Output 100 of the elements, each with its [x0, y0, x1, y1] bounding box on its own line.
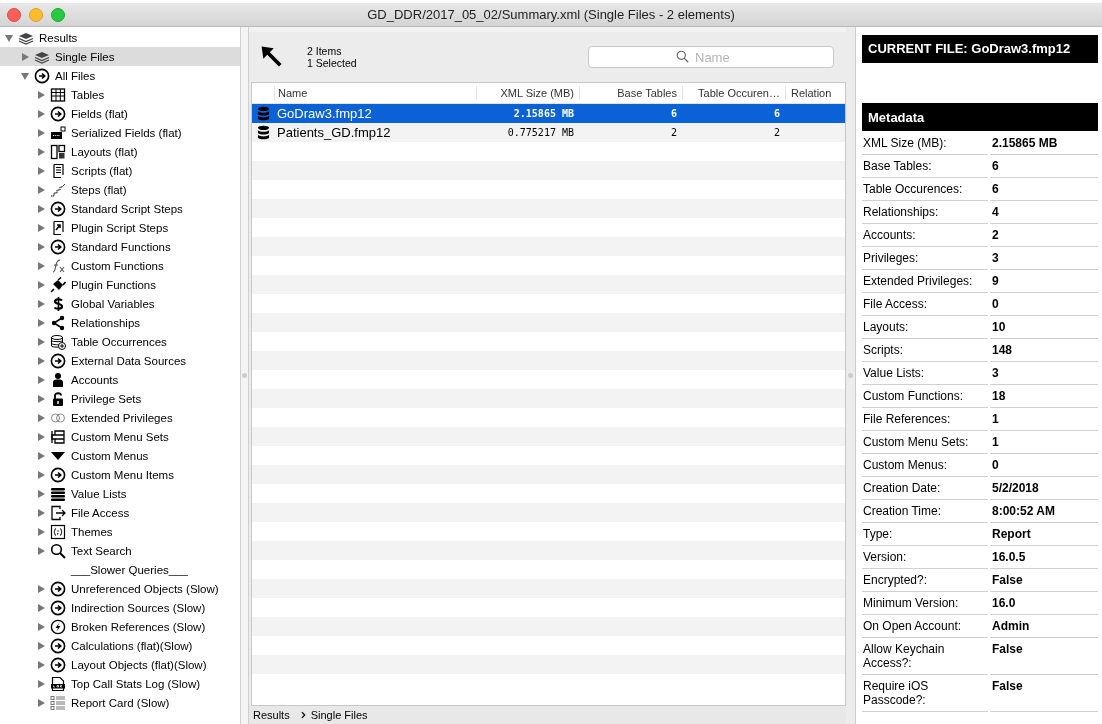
disclosure-triangle-icon[interactable] [36, 678, 46, 689]
column-header[interactable]: Table Occuren… [682, 86, 785, 100]
tree-item[interactable]: Accounts [0, 370, 240, 389]
tree-item[interactable]: All Files [0, 66, 240, 85]
disclosure-triangle-icon[interactable] [36, 488, 46, 499]
disclosure-triangle-icon[interactable] [36, 450, 46, 461]
tree-item[interactable]: Global Variables [0, 294, 240, 313]
disclosure-triangle-icon[interactable] [36, 602, 46, 613]
tree-item[interactable]: Fields (flat) [0, 104, 240, 123]
table-row[interactable]: Patients_GD.fmp12 0.775217 MB 2 2 [252, 123, 845, 142]
tree-item[interactable]: Plugin Functions [0, 275, 240, 294]
breadcrumb-item[interactable]: Single Files [310, 709, 368, 721]
disclosure-triangle-icon[interactable] [36, 393, 46, 404]
tree-item[interactable]: Standard Functions [0, 237, 240, 256]
column-header[interactable]: Base Tables [579, 86, 682, 100]
tree-item[interactable]: Text Search [0, 541, 240, 560]
disclosure-triangle-icon[interactable] [36, 697, 46, 708]
field-value: False [990, 638, 1098, 675]
disclosure-triangle-icon[interactable] [36, 659, 46, 670]
disclosure-triangle-icon[interactable] [36, 165, 46, 176]
disclosure-triangle-icon[interactable] [36, 317, 46, 328]
tree-item[interactable]: Unreferenced Objects (Slow) [0, 579, 240, 598]
field-label: Relationships: [862, 201, 988, 224]
field-value: 10 [990, 316, 1098, 339]
column-header[interactable]: Name [274, 86, 476, 100]
tree-label: ___Slower Queries___ [71, 563, 188, 576]
tree-item[interactable]: Broken References (Slow) [0, 617, 240, 636]
disclosure-triangle-icon[interactable] [36, 469, 46, 480]
disclosure-triangle-icon[interactable] [36, 355, 46, 366]
disclosure-triangle-icon[interactable] [36, 203, 46, 214]
disclosure-triangle-icon[interactable] [36, 146, 46, 157]
disclosure-triangle-icon[interactable] [20, 51, 30, 62]
disclosure-triangle-icon[interactable] [36, 127, 46, 138]
close-button[interactable] [7, 7, 21, 22]
tree-item[interactable]: Custom Menu Items [0, 465, 240, 484]
disclosure-triangle-icon[interactable] [20, 70, 30, 81]
tree-item[interactable]: Layout Objects (flat)(Slow) [0, 655, 240, 674]
field-value: 3 [990, 247, 1098, 270]
zoom-button[interactable] [51, 7, 65, 22]
disclosure-triangle-icon[interactable] [36, 89, 46, 100]
disclosure-triangle-icon[interactable] [36, 526, 46, 537]
arrow-circle-icon [50, 466, 66, 483]
column-header[interactable]: XML Size (MB) [476, 86, 579, 100]
tree-item[interactable]: Privilege Sets [0, 389, 240, 408]
tree-item[interactable]: Scripts (flat) [0, 161, 240, 180]
column-header[interactable]: Relation [785, 86, 845, 100]
disclosure-triangle-icon[interactable] [36, 298, 46, 309]
tree-item[interactable]: Indirection Sources (Slow) [0, 598, 240, 617]
tree-item[interactable]: Custom Menus [0, 446, 240, 465]
field-label: Custom Menus: [862, 454, 988, 477]
tree-item[interactable]: Tables [0, 85, 240, 104]
disclosure-triangle-icon[interactable] [36, 412, 46, 423]
tree-item[interactable]: Relationships [0, 313, 240, 332]
disclosure-triangle-icon[interactable] [36, 545, 46, 556]
disclosure-triangle-icon[interactable] [36, 431, 46, 442]
tree-item[interactable]: Extended Privileges [0, 408, 240, 427]
tree-item[interactable]: Results [0, 28, 240, 47]
disclosure-triangle-icon[interactable] [36, 374, 46, 385]
field-value: 0 [990, 293, 1098, 316]
disclosure-triangle-icon[interactable] [4, 32, 14, 43]
tree-item[interactable]: Calculations (flat)(Slow) [0, 636, 240, 655]
tree-item[interactable]: File Access [0, 503, 240, 522]
tree-item[interactable]: Plugin Script Steps [0, 218, 240, 237]
tree-item[interactable]: Standard Script Steps [0, 199, 240, 218]
tree-item[interactable]: Layouts (flat) [0, 142, 240, 161]
tree-item[interactable]: Value Lists [0, 484, 240, 503]
tree-item[interactable]: ___Slower Queries___ [0, 560, 240, 579]
tree-item[interactable]: Table Occurrences [0, 332, 240, 351]
database-icon [256, 125, 270, 140]
arrow-circle-icon [50, 637, 66, 654]
tree-label: Accounts [71, 373, 119, 386]
tree-item[interactable]: Serialized Fields (flat) [0, 123, 240, 142]
tree-label: Standard Functions [71, 240, 171, 253]
tree-item[interactable]: Top Call Stats Log (Slow) [0, 674, 240, 693]
search-field[interactable]: Name [588, 46, 834, 68]
disclosure-triangle-icon[interactable] [36, 336, 46, 347]
disclosure-triangle-icon[interactable] [36, 241, 46, 252]
disclosure-triangle-icon[interactable] [36, 222, 46, 233]
tree-item[interactable]: Steps (flat) [0, 180, 240, 199]
tree-item[interactable]: External Data Sources [0, 351, 240, 370]
tree-label: Standard Script Steps [71, 202, 183, 215]
tree-item[interactable]: Report Card (Slow) [0, 693, 240, 712]
breadcrumb-item[interactable]: Results [253, 709, 290, 721]
disclosure-triangle-icon[interactable] [36, 507, 46, 518]
table-row[interactable]: GoDraw3.fmp12 2.15865 MB 6 6 [252, 104, 845, 123]
disclosure-triangle-icon[interactable] [36, 279, 46, 290]
field-value: 16.0.5 [990, 546, 1098, 569]
tree-label: Custom Functions [71, 259, 164, 272]
tree-label: Privilege Sets [71, 392, 142, 405]
tree-item[interactable]: Custom Menu Sets [0, 427, 240, 446]
disclosure-triangle-icon[interactable] [36, 184, 46, 195]
disclosure-triangle-icon[interactable] [36, 260, 46, 271]
disclosure-triangle-icon[interactable] [36, 621, 46, 632]
tree-item[interactable]: Themes [0, 522, 240, 541]
disclosure-triangle-icon[interactable] [36, 583, 46, 594]
tree-item[interactable]: Single Files [0, 47, 240, 66]
tree-item[interactable]: Custom Functions [0, 256, 240, 275]
field-label: Scripts: [862, 339, 988, 362]
disclosure-triangle-icon[interactable] [36, 640, 46, 651]
disclosure-triangle-icon[interactable] [36, 108, 46, 119]
